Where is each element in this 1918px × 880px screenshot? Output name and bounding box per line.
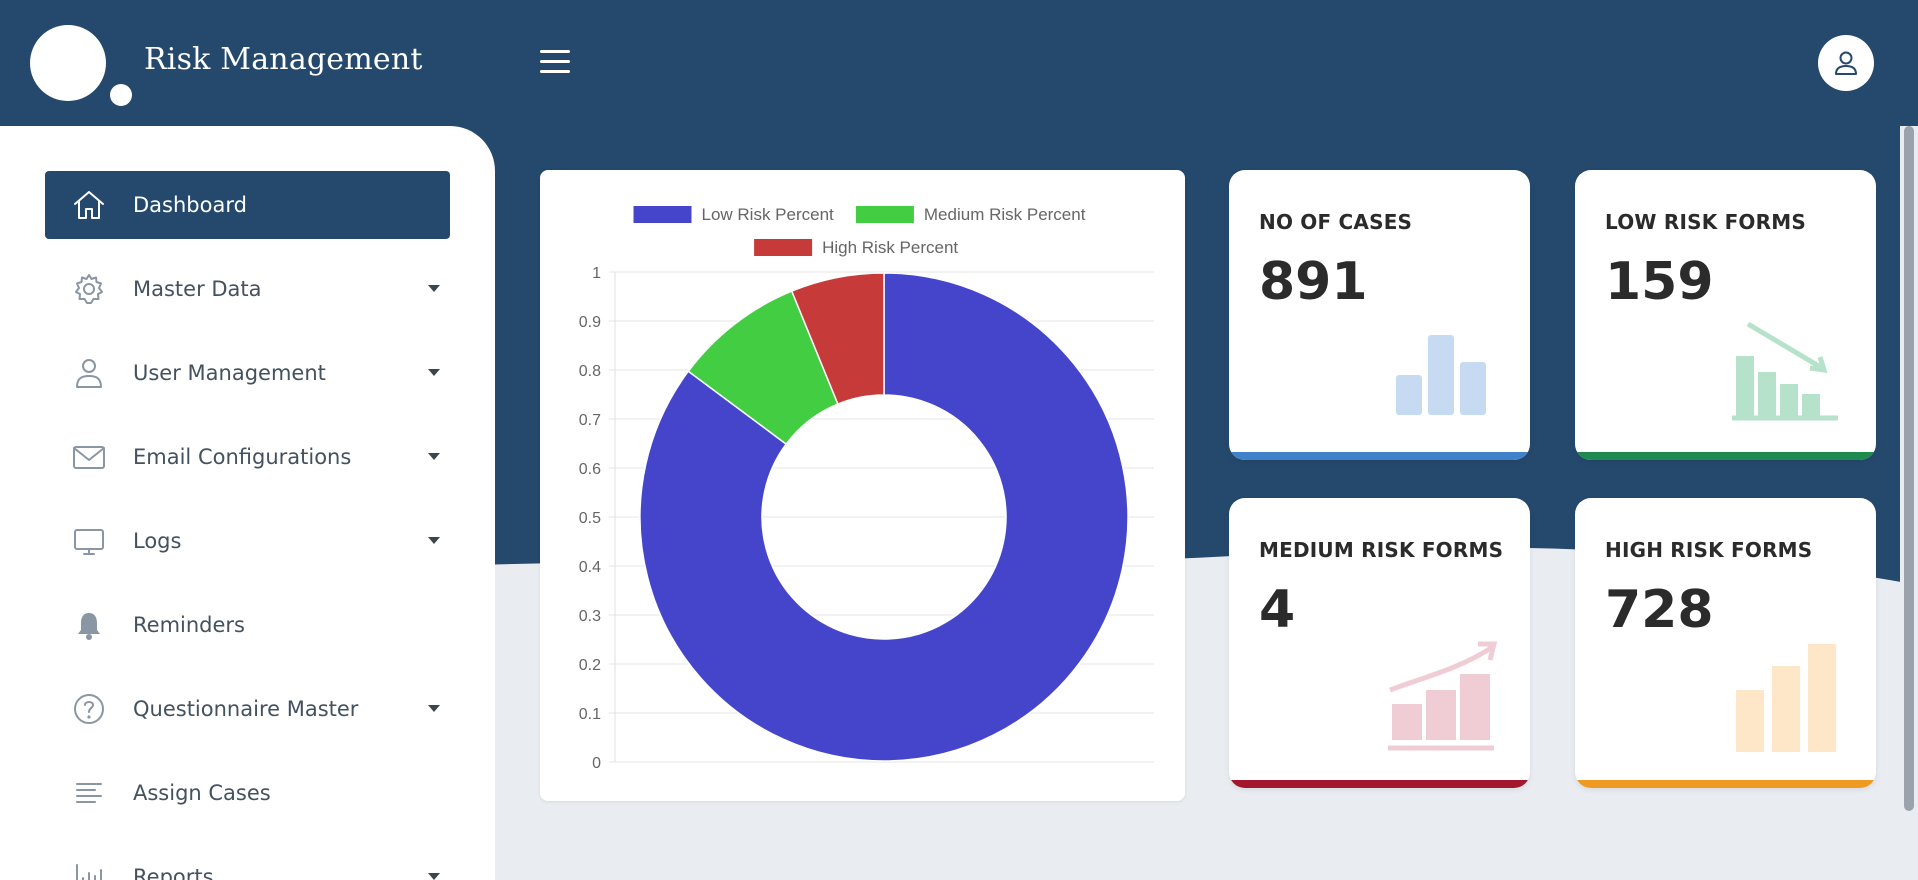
y-tick-label: 0.2	[579, 657, 601, 674]
y-tick-label: 0.4	[579, 559, 601, 576]
legend-label[interactable]: Low Risk Percent	[702, 205, 835, 224]
sidebar-item-label: Questionnaire Master	[133, 697, 359, 721]
monitor-icon	[69, 521, 109, 561]
stat-title: LOW RISK FORMS	[1605, 210, 1806, 234]
sidebar-item-label: Email Configurations	[133, 445, 352, 469]
user-icon	[1835, 51, 1857, 75]
scrollbar-thumb[interactable]	[1904, 126, 1914, 811]
align-left-icon	[69, 773, 109, 813]
y-tick-label: 0.9	[579, 314, 601, 331]
stat-card-high-risk-forms[interactable]: HIGH RISK FORMS 728	[1575, 498, 1876, 788]
stat-value: 728	[1605, 580, 1714, 640]
stat-accent-bar	[1575, 452, 1876, 460]
y-tick-label: 0.5	[579, 510, 601, 527]
user-icon	[69, 353, 109, 393]
stat-card-low-risk-forms[interactable]: LOW RISK FORMS 159	[1575, 170, 1876, 460]
y-tick-label: 0.8	[579, 363, 601, 380]
trend-up-chart-icon	[1382, 638, 1502, 758]
caret-down-icon[interactable]	[428, 537, 440, 544]
stat-value: 4	[1259, 580, 1296, 640]
stat-title: NO OF CASES	[1259, 210, 1413, 234]
hamburger-menu-icon[interactable]	[540, 50, 570, 74]
sidebar-item-label: Dashboard	[133, 193, 247, 217]
sidebar-item-email-configurations[interactable]: Email Configurations	[45, 423, 450, 491]
stat-title: MEDIUM RISK FORMS	[1259, 538, 1504, 562]
sidebar-item-logs[interactable]: Logs	[45, 507, 450, 575]
caret-down-icon[interactable]	[428, 873, 440, 880]
legend-label[interactable]: High Risk Percent	[822, 238, 958, 257]
app-title: Risk Management	[144, 42, 423, 77]
risk-percent-chart-card: Low Risk Percent Medium Risk Percent High …	[540, 170, 1185, 801]
caret-down-icon[interactable]	[428, 285, 440, 292]
legend-swatch[interactable]	[754, 239, 813, 256]
logo-dot-icon	[110, 84, 132, 106]
sidebar-item-reminders[interactable]: Reminders	[45, 591, 450, 659]
sidebar-item-dashboard[interactable]: Dashboard	[45, 171, 450, 239]
sidebar-item-label: Reminders	[133, 613, 245, 637]
sidebar-nav: Dashboard Master Data User Management Email…	[0, 126, 495, 880]
stat-accent-bar	[1229, 780, 1530, 788]
question-circle-icon	[69, 689, 109, 729]
stat-accent-bar	[1229, 452, 1530, 460]
trend-down-chart-icon	[1728, 310, 1848, 430]
risk-doughnut-chart: Low Risk Percent Medium Risk Percent High …	[579, 205, 1154, 772]
y-tick-label: 0	[592, 755, 601, 772]
sidebar-item-user-management[interactable]: User Management	[45, 339, 450, 407]
sidebar-item-label: Master Data	[133, 277, 262, 301]
y-tick-label: 0.3	[579, 608, 601, 625]
sidebar-item-reports[interactable]: Reports	[45, 843, 450, 880]
sidebar-item-label: Logs	[133, 529, 182, 553]
bell-icon	[69, 605, 109, 645]
stat-card-no-of-cases[interactable]: NO OF CASES 891	[1229, 170, 1530, 460]
sidebar-item-master-data[interactable]: Master Data	[45, 255, 450, 323]
gear-icon	[69, 269, 109, 309]
stat-value: 159	[1605, 252, 1714, 312]
legend-swatch[interactable]	[633, 206, 692, 223]
sidebar-item-assign-cases[interactable]: Assign Cases	[45, 759, 450, 827]
y-tick-label: 0.6	[579, 461, 601, 478]
caret-down-icon[interactable]	[428, 369, 440, 376]
page-scrollbar[interactable]	[1900, 126, 1918, 880]
caret-down-icon[interactable]	[428, 453, 440, 460]
legend-label[interactable]: Medium Risk Percent	[924, 205, 1086, 224]
bar-chart-icon	[1728, 638, 1848, 758]
home-icon	[69, 185, 109, 225]
stat-value: 891	[1259, 252, 1368, 312]
user-profile-button[interactable]	[1818, 35, 1874, 91]
bar-chart-icon	[69, 857, 109, 880]
legend-swatch[interactable]	[855, 206, 914, 223]
y-tick-label: 0.7	[579, 412, 601, 429]
stat-title: HIGH RISK FORMS	[1605, 538, 1813, 562]
y-tick-label: 1	[592, 265, 601, 282]
sidebar-item-label: Assign Cases	[133, 781, 271, 805]
stat-card-medium-risk-forms[interactable]: MEDIUM RISK FORMS 4	[1229, 498, 1530, 788]
bar-chart-icon	[1382, 310, 1502, 430]
sidebar-item-label: Reports	[133, 865, 214, 880]
stat-accent-bar	[1575, 780, 1876, 788]
sidebar-item-label: User Management	[133, 361, 326, 385]
logo-circle-icon	[30, 25, 106, 101]
envelope-icon	[69, 437, 109, 477]
caret-down-icon[interactable]	[428, 705, 440, 712]
y-tick-label: 0.1	[579, 706, 601, 723]
sidebar-item-questionnaire-master[interactable]: Questionnaire Master	[45, 675, 450, 743]
